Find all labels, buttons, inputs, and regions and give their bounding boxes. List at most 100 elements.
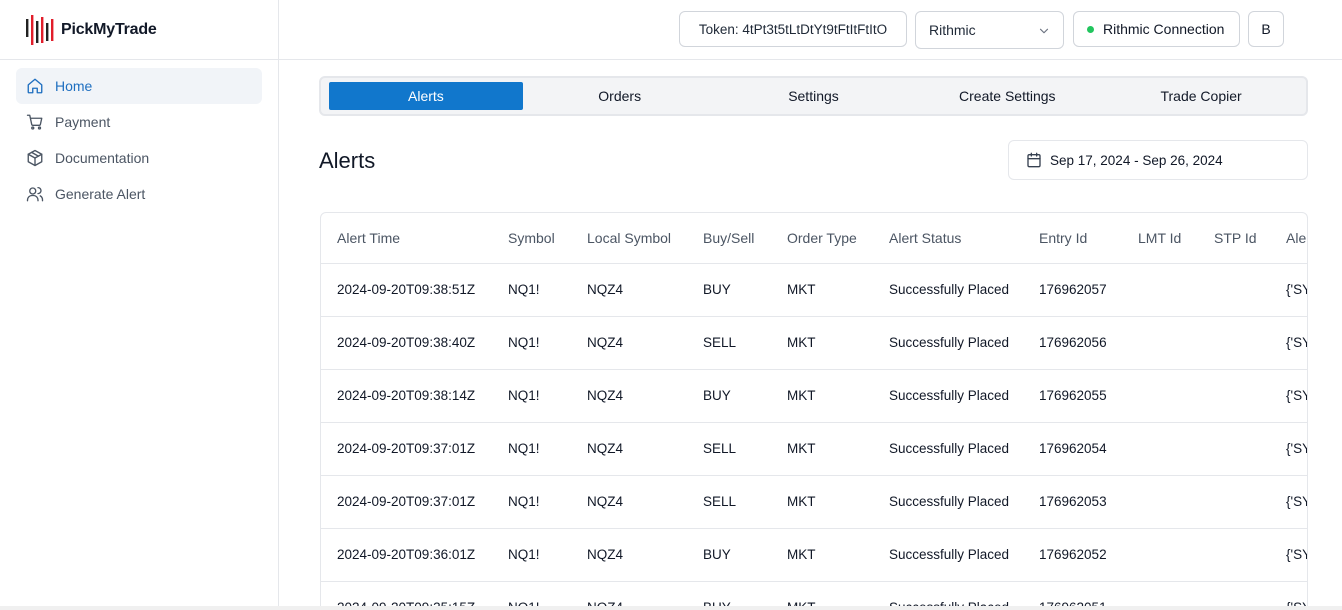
sidebar-item-payment[interactable]: Payment xyxy=(16,104,262,140)
table-cell: Successfully Placed xyxy=(873,263,1023,317)
table-cell: MKT xyxy=(771,422,873,476)
tab-settings[interactable]: Settings xyxy=(717,82,911,110)
main-tabs: Alerts Orders Settings Create Settings T… xyxy=(319,76,1308,116)
column-header[interactable]: Buy/Sell xyxy=(687,213,771,264)
connection-status-label: Rithmic Connection xyxy=(1103,21,1225,37)
table-cell xyxy=(1198,369,1270,423)
table-cell: BUY xyxy=(687,263,771,317)
table-cell: NQ1! xyxy=(492,369,571,423)
table-cell: Successfully Placed xyxy=(873,528,1023,582)
horizontal-scrollbar[interactable] xyxy=(0,606,1342,610)
table-row[interactable]: 2024-09-20T09:38:14Z NQ1! NQZ4 BUY MKT S… xyxy=(321,369,1307,423)
box-icon xyxy=(26,149,44,167)
table-cell xyxy=(1198,422,1270,476)
sidebar-item-generate-alert[interactable]: Generate Alert xyxy=(16,176,262,212)
table-cell: BUY xyxy=(687,528,771,582)
table-cell: MKT xyxy=(771,475,873,529)
table-cell: 2024-09-20T09:38:14Z xyxy=(321,369,492,423)
connection-status-button[interactable]: Rithmic Connection xyxy=(1073,11,1240,47)
column-header[interactable]: Entry Id xyxy=(1023,213,1122,264)
home-icon xyxy=(26,77,44,95)
brand[interactable]: PickMyTrade xyxy=(0,0,278,60)
table-row[interactable]: 2024-09-20T09:37:01Z NQ1! NQZ4 SELL MKT … xyxy=(321,475,1307,529)
table-cell: {'SY xyxy=(1270,263,1307,317)
table-cell: Successfully Placed xyxy=(873,422,1023,476)
table-cell: Successfully Placed xyxy=(873,316,1023,370)
page-title: Alerts xyxy=(319,148,376,173)
table-cell: NQZ4 xyxy=(571,263,687,317)
table-cell: MKT xyxy=(771,316,873,370)
table-cell: Successfully Placed xyxy=(873,475,1023,529)
table-cell: MKT xyxy=(771,369,873,423)
top-header: Token: 4tPt3t5tLtDtYt9tFtItFtItO Rithmic… xyxy=(279,0,1342,60)
date-range-value: Sep 17, 2024 - Sep 26, 2024 xyxy=(1050,152,1223,168)
table-row[interactable]: 2024-09-20T09:38:51Z NQ1! NQZ4 BUY MKT S… xyxy=(321,263,1307,317)
tab-create-settings[interactable]: Create Settings xyxy=(910,82,1104,110)
chevron-down-icon xyxy=(1037,24,1051,38)
table-cell xyxy=(1122,475,1198,529)
table-cell xyxy=(1122,369,1198,423)
status-dot-icon xyxy=(1087,25,1094,33)
sidebar: PickMyTrade Home Payment Documentation G… xyxy=(0,0,279,610)
table-cell: {'SY xyxy=(1270,475,1307,529)
sidebar-item-label: Home xyxy=(55,78,93,94)
table-cell: NQZ4 xyxy=(571,369,687,423)
sidebar-item-documentation[interactable]: Documentation xyxy=(16,140,262,176)
table-cell: 2024-09-20T09:37:01Z xyxy=(321,475,492,529)
table-cell: NQZ4 xyxy=(571,422,687,476)
sidebar-item-label: Generate Alert xyxy=(55,186,146,202)
api-token[interactable]: Token: 4tPt3t5tLtDtYt9tFtItFtItO xyxy=(679,11,907,47)
table-cell: NQ1! xyxy=(492,422,571,476)
sidebar-item-label: Documentation xyxy=(55,150,150,166)
tab-orders[interactable]: Orders xyxy=(523,82,717,110)
table-cell: MKT xyxy=(771,528,873,582)
alerts-table[interactable]: Alert Time Symbol Local Symbol Buy/Sell … xyxy=(320,212,1308,610)
tab-alerts[interactable]: Alerts xyxy=(329,82,523,110)
table-cell: BUY xyxy=(687,369,771,423)
table-cell: NQZ4 xyxy=(571,475,687,529)
table-cell: NQ1! xyxy=(492,475,571,529)
table-row[interactable]: 2024-09-20T09:36:01Z NQ1! NQZ4 BUY MKT S… xyxy=(321,528,1307,582)
calendar-icon xyxy=(1026,152,1042,168)
table-cell: 176962056 xyxy=(1023,316,1122,370)
column-header[interactable]: Local Symbol xyxy=(571,213,687,264)
table-cell xyxy=(1198,316,1270,370)
column-header[interactable]: Alert Time xyxy=(321,213,492,264)
table-cell xyxy=(1122,422,1198,476)
date-range-picker[interactable]: Sep 17, 2024 - Sep 26, 2024 xyxy=(1008,140,1308,180)
column-header[interactable]: STP Id xyxy=(1198,213,1270,264)
column-header[interactable]: Order Type xyxy=(771,213,873,264)
broker-select[interactable]: Rithmic xyxy=(915,11,1064,49)
table-cell: {'SY xyxy=(1270,528,1307,582)
column-header[interactable]: Alert Status xyxy=(873,213,1023,264)
table-row[interactable]: 2024-09-20T09:37:01Z NQ1! NQZ4 SELL MKT … xyxy=(321,422,1307,476)
table-cell: 176962052 xyxy=(1023,528,1122,582)
table-cell: Successfully Placed xyxy=(873,369,1023,423)
table-cell: {'SY xyxy=(1270,369,1307,423)
tab-trade-copier[interactable]: Trade Copier xyxy=(1104,82,1298,110)
table-cell: MKT xyxy=(771,263,873,317)
table-cell: 176962054 xyxy=(1023,422,1122,476)
column-header[interactable]: LMT Id xyxy=(1122,213,1198,264)
table-row[interactable]: 2024-09-20T09:38:40Z NQ1! NQZ4 SELL MKT … xyxy=(321,316,1307,370)
table-cell: NQZ4 xyxy=(571,316,687,370)
table-cell: NQ1! xyxy=(492,316,571,370)
table-cell: NQ1! xyxy=(492,528,571,582)
table-cell: SELL xyxy=(687,316,771,370)
sidebar-item-home[interactable]: Home xyxy=(16,68,262,104)
table-cell: {'SY xyxy=(1270,316,1307,370)
column-header[interactable]: Symbol xyxy=(492,213,571,264)
app-root: PickMyTrade Home Payment Documentation G… xyxy=(0,0,1342,610)
table-header-row: Alert Time Symbol Local Symbol Buy/Sell … xyxy=(321,213,1307,264)
table-cell: 2024-09-20T09:38:51Z xyxy=(321,263,492,317)
table-cell xyxy=(1198,263,1270,317)
avatar[interactable]: B xyxy=(1248,11,1284,47)
table-cell: 2024-09-20T09:38:40Z xyxy=(321,316,492,370)
table-cell xyxy=(1198,475,1270,529)
users-icon xyxy=(26,185,44,203)
broker-select-value: Rithmic xyxy=(929,22,976,38)
brand-logo-icon xyxy=(24,13,58,47)
column-header[interactable]: Ale xyxy=(1270,213,1307,264)
table-cell xyxy=(1122,263,1198,317)
table-cell: 176962055 xyxy=(1023,369,1122,423)
